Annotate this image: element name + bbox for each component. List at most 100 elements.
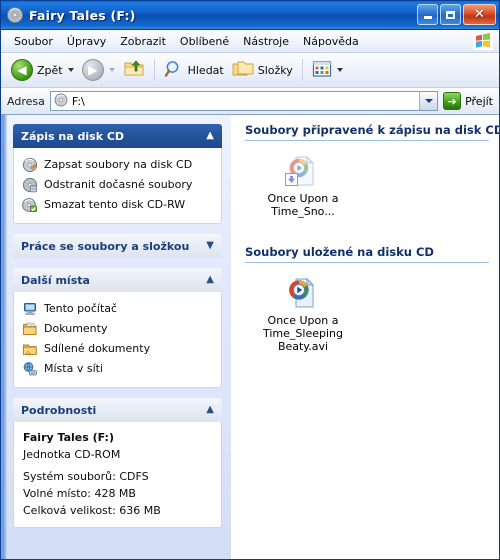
search-button-label: Hledat [187, 63, 224, 77]
file-tiles: Once Upon a Time_Sleeping Beaty.avi [245, 269, 489, 366]
go-arrow-icon: ➔ [443, 92, 462, 110]
go-button-label: Přejít [465, 94, 493, 108]
details-drive-type: Jednotka CD-ROM [23, 448, 121, 461]
forward-arrow-icon: ▶ [81, 59, 104, 81]
task-burn-files-to-cd[interactable]: Zapsat soubory na disk CD [20, 155, 215, 175]
file-name: Once Upon a Time_Sno... [267, 192, 339, 218]
windows-flag-icon [471, 31, 495, 51]
group-header: Soubory připravené k zápisu na disk CD [245, 123, 499, 137]
cd-drive-small-icon [54, 93, 68, 110]
panel-title: Další místa [21, 273, 90, 287]
file-name: Once Upon a Time_Sleeping Beaty.avi [263, 314, 343, 353]
menu-item-edit[interactable]: Úpravy [60, 33, 113, 50]
menu-item-favorites[interactable]: Oblíbené [173, 33, 236, 50]
my-computer-icon [22, 301, 38, 317]
file-tile[interactable]: Once Upon a Time_Sleeping Beaty.avi [255, 273, 351, 356]
task-label: Odstranit dočasné soubory [44, 178, 193, 191]
folders-button-label: Složky [257, 63, 293, 77]
address-dropdown-button[interactable] [419, 92, 438, 110]
task-label: Zapsat soubory na disk CD [44, 158, 193, 171]
details-free-space: Volné místo: 428 MB [23, 487, 136, 500]
panel-title: Zápis na disk CD [21, 129, 125, 143]
group-divider [245, 262, 489, 263]
toolbar: ◀ Zpět ▶ Hledat Složky [1, 53, 499, 88]
close-button[interactable]: ✕ [463, 4, 496, 25]
place-label: Sdílené dokumenty [44, 342, 151, 355]
place-label: Tento počítač [44, 302, 118, 315]
erase-cdrw-icon [22, 197, 38, 213]
address-input[interactable]: F:\ [49, 91, 439, 111]
panel-header-file-and-folder-tasks[interactable]: Práce se soubory a složkou ▼ [13, 234, 222, 258]
views-dropdown-icon[interactable] [336, 68, 343, 72]
panel-body-cd-writing-tasks: Zapsat soubory na disk CD Odstranit doča… [13, 148, 222, 224]
task-delete-temporary-files[interactable]: Odstranit dočasné soubory [20, 175, 215, 195]
menu-item-tools[interactable]: Nástroje [236, 33, 296, 50]
network-places-icon [22, 361, 38, 377]
views-button[interactable] [308, 57, 347, 83]
file-tiles: Once Upon a Time_Sno... [245, 147, 489, 231]
folders-button[interactable]: Složky [228, 57, 297, 83]
minimize-button[interactable] [417, 4, 438, 25]
place-shared-documents[interactable]: Sdílené dokumenty [20, 339, 215, 359]
forward-dropdown-icon[interactable] [108, 68, 115, 72]
back-arrow-icon: ◀ [11, 59, 33, 81]
documents-folder-icon [22, 321, 38, 337]
chevron-up-icon[interactable]: ▲ [206, 405, 214, 415]
up-folder-icon [123, 59, 145, 82]
menu-item-help[interactable]: Nápověda [296, 33, 366, 50]
file-tile[interactable]: Once Upon a Time_Sno... [255, 151, 351, 221]
group-divider [245, 140, 489, 141]
menu-item-file[interactable]: Soubor [7, 33, 60, 50]
panel-details: Podrobnosti ▲ Fairy Tales (F:) Jednotka … [13, 398, 222, 528]
address-label: Adresa [7, 94, 45, 108]
maximize-button[interactable] [440, 4, 461, 25]
panel-file-and-folder-tasks: Práce se soubory a složkou ▼ [13, 234, 222, 258]
delete-temp-icon [22, 177, 38, 193]
chevron-up-icon[interactable]: ▲ [206, 131, 214, 141]
place-label: Místa v síti [44, 362, 103, 375]
details-total-size: Celková velikost: 636 MB [23, 504, 161, 517]
toolbar-separator [153, 59, 155, 81]
go-button[interactable]: ➔ Přejít [443, 92, 496, 110]
details-file-system: Systém souborů: CDFS [23, 470, 149, 483]
task-label: Smazat tento disk CD-RW [44, 198, 186, 211]
group-title: Soubory připravené k zápisu na disk CD [245, 123, 499, 137]
file-list-pane[interactable]: Soubory připravené k zápisu na disk CD O… [231, 115, 499, 559]
chevron-up-icon[interactable]: ▲ [206, 275, 214, 285]
window-controls: ✕ [417, 4, 496, 25]
window-title: Fairy Tales (F:) [29, 7, 136, 23]
address-value: F:\ [71, 94, 85, 108]
back-button[interactable]: ◀ Zpět [7, 57, 78, 83]
burn-cd-icon [22, 157, 38, 173]
back-dropdown-icon[interactable] [67, 68, 74, 72]
group-header: Soubory uložené na disku CD [245, 245, 489, 259]
panel-header-other-places[interactable]: Další místa ▲ [13, 268, 222, 292]
chevron-down-icon[interactable]: ▼ [206, 241, 214, 251]
up-button[interactable] [119, 57, 149, 83]
panel-cd-writing-tasks: Zápis na disk CD ▲ Zapsat soubory na dis… [13, 124, 222, 224]
task-erase-cdrw[interactable]: Smazat tento disk CD-RW [20, 195, 215, 215]
group-title: Soubory uložené na disku CD [245, 245, 434, 259]
place-network-places[interactable]: Místa v síti [20, 359, 215, 379]
folders-icon [232, 59, 254, 82]
details-volume-name: Fairy Tales (F:) [23, 431, 114, 444]
forward-button[interactable]: ▶ [78, 57, 119, 83]
place-my-computer[interactable]: Tento počítač [20, 299, 215, 319]
menu-item-view[interactable]: Zobrazit [113, 33, 173, 50]
toolbar-separator-2 [301, 59, 303, 81]
back-button-label: Zpět [37, 63, 63, 77]
title-bar: Fairy Tales (F:) ✕ [1, 1, 499, 30]
panel-header-details[interactable]: Podrobnosti ▲ [13, 398, 222, 422]
panel-title: Podrobnosti [21, 403, 97, 417]
panel-header-cd-writing-tasks[interactable]: Zápis na disk CD ▲ [13, 124, 222, 148]
task-pane-sidebar: Zápis na disk CD ▲ Zapsat soubory na dis… [1, 115, 231, 559]
search-button[interactable]: Hledat [160, 57, 228, 83]
explorer-window: Fairy Tales (F:) ✕ Soubor Úpravy Zobrazi… [0, 0, 500, 560]
close-icon: ✕ [474, 7, 485, 22]
media-file-icon [285, 154, 320, 188]
window-body: Zápis na disk CD ▲ Zapsat soubory na dis… [1, 115, 499, 559]
cd-drive-icon [6, 6, 24, 24]
search-icon [164, 59, 184, 82]
place-documents[interactable]: Dokumenty [20, 319, 215, 339]
shared-documents-icon [22, 341, 38, 357]
